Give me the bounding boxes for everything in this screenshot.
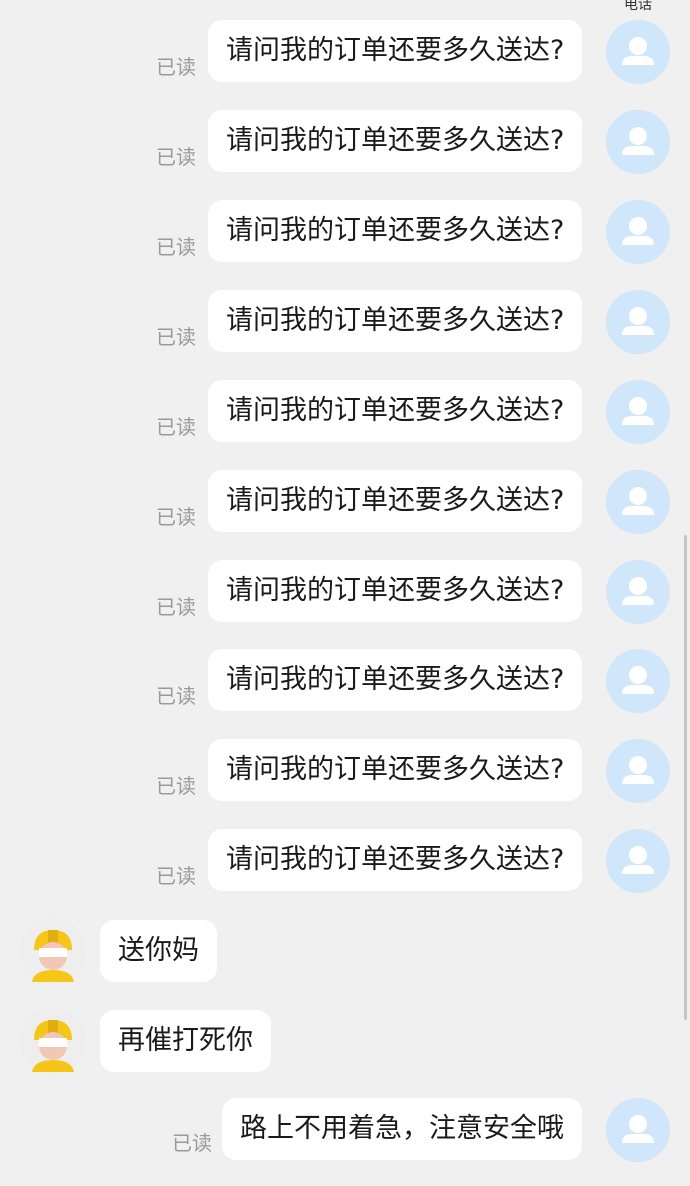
chat-screen: 电话 已读 请问我的订单还要多久送达? 已读 请问我的订单还要多久送达? 已读 …	[0, 0, 690, 1186]
message-bubble[interactable]: 请问我的订单还要多久送达?	[208, 20, 583, 82]
user-avatar-icon[interactable]	[606, 739, 670, 803]
user-avatar-icon[interactable]	[606, 470, 670, 534]
user-avatar-icon[interactable]	[606, 290, 670, 354]
message-row: 已读 请问我的订单还要多久送达?	[0, 649, 690, 715]
user-avatar-icon[interactable]	[606, 380, 670, 444]
read-status: 已读	[156, 774, 196, 798]
message-row: 已读 请问我的订单还要多久送达?	[0, 560, 690, 626]
read-status: 已读	[156, 595, 196, 619]
read-status: 已读	[156, 145, 196, 169]
user-avatar-icon[interactable]	[606, 1098, 670, 1162]
message-bubble[interactable]: 送你妈	[100, 920, 217, 982]
read-status: 已读	[156, 235, 196, 259]
read-status: 已读	[156, 415, 196, 439]
read-status: 已读	[172, 1131, 212, 1155]
user-avatar-icon[interactable]	[606, 200, 670, 264]
user-avatar-icon[interactable]	[606, 560, 670, 624]
message-bubble[interactable]: 请问我的订单还要多久送达?	[208, 200, 583, 262]
rider-avatar-icon[interactable]	[20, 1008, 86, 1074]
message-row: 已读 路上不用着急，注意安全哦	[0, 1098, 690, 1164]
message-bubble[interactable]: 路上不用着急，注意安全哦	[222, 1098, 582, 1160]
message-bubble[interactable]: 请问我的订单还要多久送达?	[208, 829, 583, 891]
message-row: 送你妈	[0, 918, 690, 986]
message-row: 再催打死你	[0, 1008, 690, 1076]
message-bubble[interactable]: 请问我的订单还要多久送达?	[208, 290, 583, 352]
read-status: 已读	[156, 55, 196, 79]
message-row: 已读 请问我的订单还要多久送达?	[0, 290, 690, 356]
message-row: 已读 请问我的订单还要多久送达?	[0, 380, 690, 446]
message-row: 已读 请问我的订单还要多久送达?	[0, 470, 690, 536]
read-status: 已读	[156, 325, 196, 349]
read-status: 已读	[156, 864, 196, 888]
message-bubble[interactable]: 请问我的订单还要多久送达?	[208, 470, 583, 532]
user-avatar-icon[interactable]	[606, 829, 670, 893]
message-bubble[interactable]: 请问我的订单还要多久送达?	[208, 649, 583, 711]
message-bubble[interactable]: 请问我的订单还要多久送达?	[208, 739, 583, 801]
read-status: 已读	[156, 505, 196, 529]
message-row: 已读 请问我的订单还要多久送达?	[0, 20, 690, 86]
user-avatar-icon[interactable]	[606, 110, 670, 174]
message-bubble[interactable]: 再催打死你	[100, 1010, 271, 1072]
message-row: 已读 请问我的订单还要多久送达?	[0, 739, 690, 805]
message-bubble[interactable]: 请问我的订单还要多久送达?	[208, 380, 583, 442]
top-clipped-label: 电话	[624, 0, 652, 13]
scrollbar[interactable]	[684, 535, 687, 1020]
user-avatar-icon[interactable]	[606, 20, 670, 84]
message-row: 已读 请问我的订单还要多久送达?	[0, 110, 690, 176]
message-row: 已读 请问我的订单还要多久送达?	[0, 200, 690, 266]
rider-avatar-icon[interactable]	[20, 918, 86, 984]
read-status: 已读	[156, 684, 196, 708]
message-bubble[interactable]: 请问我的订单还要多久送达?	[208, 110, 583, 172]
message-row: 已读 请问我的订单还要多久送达?	[0, 829, 690, 895]
message-bubble[interactable]: 请问我的订单还要多久送达?	[208, 560, 583, 622]
user-avatar-icon[interactable]	[606, 649, 670, 713]
